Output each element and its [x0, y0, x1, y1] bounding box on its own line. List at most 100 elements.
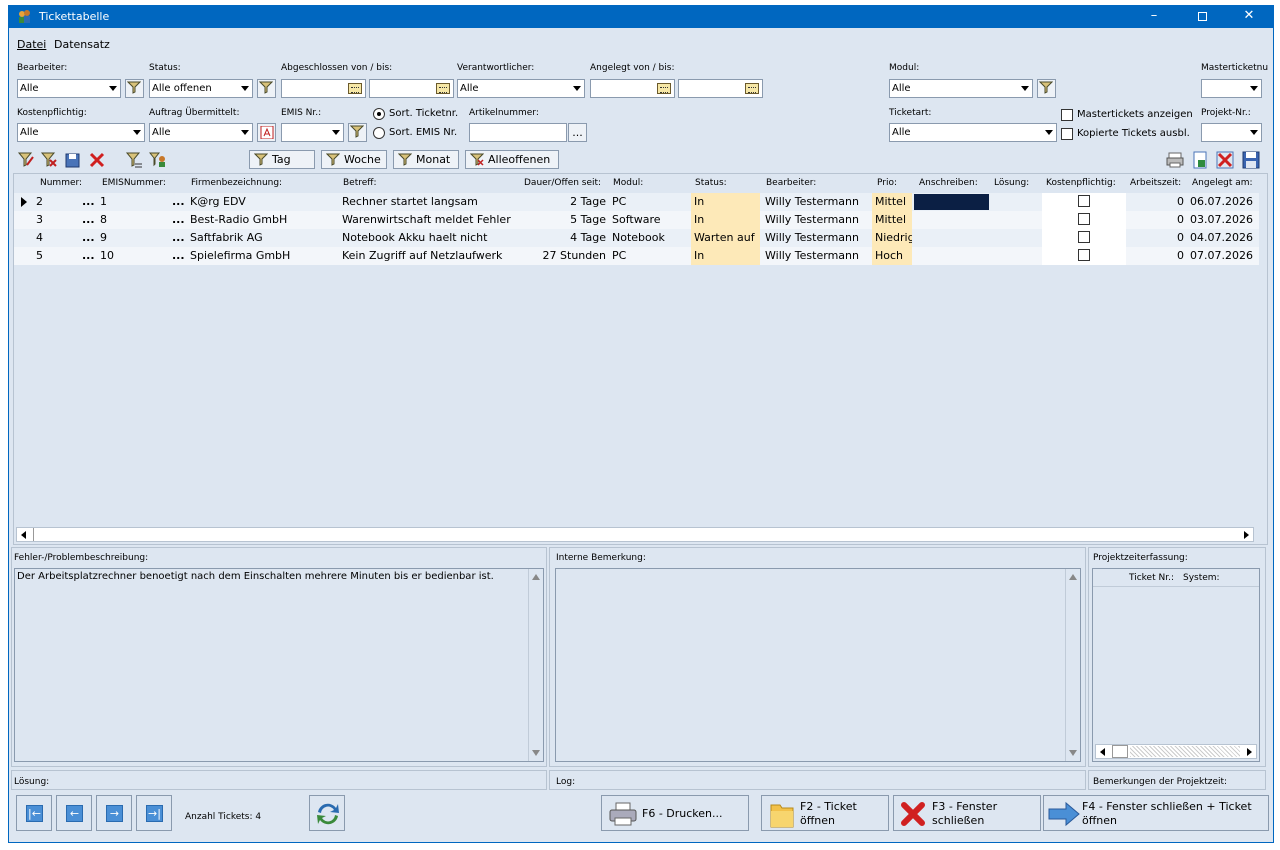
scroll-down-icon[interactable] [532, 750, 540, 756]
header-prio[interactable]: Prio: [877, 174, 897, 193]
table-row[interactable]: 2 ... 1 ... K@rg EDV Rechner startet lan… [14, 193, 1259, 211]
export-excel-icon[interactable] [1191, 151, 1209, 169]
kostenpflichtig-checkbox[interactable] [1078, 213, 1090, 225]
header-emisnummer[interactable]: EMISNummer: [102, 174, 166, 193]
projekt-col-system[interactable]: System: [1183, 573, 1220, 583]
projekt-select[interactable] [1201, 123, 1262, 142]
fehler-textarea[interactable]: Der Arbeitsplatzrechner benoetigt nach d… [14, 568, 544, 762]
emis-browse-button[interactable]: ... [172, 229, 188, 247]
header-status[interactable]: Status: [695, 174, 727, 193]
kostenpflichtig-checkbox[interactable] [1078, 249, 1090, 261]
status-filter-button[interactable] [257, 79, 276, 98]
save-layout-icon[interactable] [1242, 151, 1260, 169]
table-row[interactable]: 3 ... 8 ... Best-Radio GmbH Warenwirtsch… [14, 211, 1259, 229]
interne-textarea[interactable] [555, 568, 1081, 762]
menu-datensatz[interactable]: Datensatz [54, 38, 110, 51]
header-dauer[interactable]: Dauer/Offen seit: [524, 174, 601, 193]
header-bearbeiter[interactable]: Bearbeiter: [766, 174, 816, 193]
masterticket-select[interactable] [1201, 79, 1262, 98]
modul-filter-button[interactable] [1037, 79, 1056, 98]
last-record-button[interactable]: →| [136, 795, 172, 831]
printer-icon[interactable] [1166, 151, 1184, 169]
next-record-button[interactable]: → [96, 795, 132, 831]
header-arbeitszeit[interactable]: Arbeitszeit: [1130, 174, 1181, 193]
projekt-horizontal-scrollbar[interactable] [1095, 744, 1257, 759]
open-ticket-button[interactable]: F2 - Ticket öffnen [761, 795, 889, 831]
scroll-down-icon[interactable] [1069, 750, 1077, 756]
artikel-browse-button[interactable]: ... [568, 123, 587, 142]
kopierte-tickets-checkbox[interactable] [1061, 128, 1073, 140]
minimize-button[interactable]: – [1131, 6, 1177, 28]
header-betreff[interactable]: Betreff: [343, 174, 377, 193]
modul-select[interactable]: Alle [889, 79, 1033, 98]
menu-datei[interactable]: Datei [17, 38, 46, 51]
bearbeiter-select[interactable]: Alle [17, 79, 121, 98]
grid-horizontal-scrollbar[interactable] [16, 527, 1254, 542]
angelegt-bis-input[interactable] [678, 79, 763, 98]
interne-scrollbar[interactable] [1065, 569, 1080, 761]
prev-record-button[interactable]: ← [56, 795, 92, 831]
close-and-open-ticket-button[interactable]: F4 - Fenster schließen + Ticket öffnen [1043, 795, 1269, 831]
emis-browse-button[interactable]: ... [172, 211, 188, 229]
nummer-browse-button[interactable]: ... [82, 211, 98, 229]
emis-browse-button[interactable]: ... [172, 193, 188, 211]
filter-remove-icon[interactable] [40, 151, 58, 169]
abgeschlossen-bis-input[interactable] [369, 79, 454, 98]
header-angelegt[interactable]: Angelegt am: [1192, 174, 1253, 193]
nummer-browse-button[interactable]: ... [82, 247, 98, 265]
calendar-icon[interactable] [436, 83, 450, 94]
filter-list-icon[interactable] [125, 151, 143, 169]
table-row[interactable]: 4 ... 9 ... Saftfabrik AG Notebook Akku … [14, 229, 1259, 247]
filter-woche-button[interactable]: Woche [321, 150, 387, 169]
scroll-right-icon[interactable] [1242, 531, 1250, 539]
header-modul[interactable]: Modul: [613, 174, 643, 193]
verantwortlicher-select[interactable]: Alle [457, 79, 585, 98]
kostenpflichtig-checkbox[interactable] [1078, 195, 1090, 207]
fehler-scrollbar[interactable] [528, 569, 543, 761]
header-firmenbezeichnung[interactable]: Firmenbezeichnung: [191, 174, 282, 193]
maximize-button[interactable] [1179, 6, 1225, 28]
auftrag-select[interactable]: Alle [149, 123, 253, 142]
scroll-up-icon[interactable] [532, 574, 540, 580]
save-filter-icon[interactable] [64, 151, 82, 169]
emis-browse-button[interactable]: ... [172, 247, 188, 265]
ticketart-select[interactable]: Alle [889, 123, 1057, 142]
bearbeiter-filter-button[interactable] [125, 79, 144, 98]
delete-icon[interactable] [88, 151, 106, 169]
print-button[interactable]: F6 - Drucken... [601, 795, 749, 831]
header-anschreiben[interactable]: Anschreiben: [919, 174, 978, 193]
calendar-icon[interactable] [745, 83, 759, 94]
filter-tag-button[interactable]: Tag [249, 150, 315, 169]
abgeschlossen-von-input[interactable] [281, 79, 366, 98]
cell-anschreiben-selected[interactable] [914, 194, 989, 210]
nummer-browse-button[interactable]: ... [82, 229, 98, 247]
filter-monat-button[interactable]: Monat [393, 150, 459, 169]
scroll-left-icon[interactable] [1099, 748, 1107, 756]
sort-ticket-radio[interactable] [373, 108, 385, 120]
filter-alleoffenen-button[interactable]: Alleoffenen [465, 150, 559, 169]
filter-user-icon[interactable] [149, 151, 167, 169]
calendar-icon[interactable] [657, 83, 671, 94]
filter-edit-icon[interactable] [17, 151, 35, 169]
header-nummer[interactable]: Nummer: [40, 174, 82, 193]
refresh-button[interactable] [309, 795, 345, 831]
close-window-button[interactable]: ✕ [1226, 6, 1272, 28]
scroll-up-icon[interactable] [1069, 574, 1077, 580]
delete-layout-icon[interactable] [1216, 151, 1234, 169]
scroll-left-icon[interactable] [20, 531, 28, 539]
angelegt-von-input[interactable] [590, 79, 675, 98]
artikel-input[interactable] [469, 123, 567, 142]
projekt-col-ticket[interactable]: Ticket Nr.: [1129, 573, 1174, 583]
auftrag-pdf-button[interactable] [257, 123, 276, 142]
scroll-thumb[interactable] [1112, 745, 1128, 758]
table-row[interactable]: 5 ... 10 ... Spielefirma GmbH Kein Zugri… [14, 247, 1259, 265]
header-kostenpflichtig[interactable]: Kostenpflichtig: [1046, 174, 1116, 193]
status-select[interactable]: Alle offenen [149, 79, 253, 98]
kostenpflichtig-checkbox[interactable] [1078, 231, 1090, 243]
sort-emis-radio[interactable] [373, 127, 385, 139]
header-loesung[interactable]: Lösung: [994, 174, 1029, 193]
close-window-footer-button[interactable]: F3 - Fenster schließen [893, 795, 1041, 831]
nummer-browse-button[interactable]: ... [82, 193, 98, 211]
emis-filter-button[interactable] [348, 123, 367, 142]
scroll-right-icon[interactable] [1245, 748, 1253, 756]
